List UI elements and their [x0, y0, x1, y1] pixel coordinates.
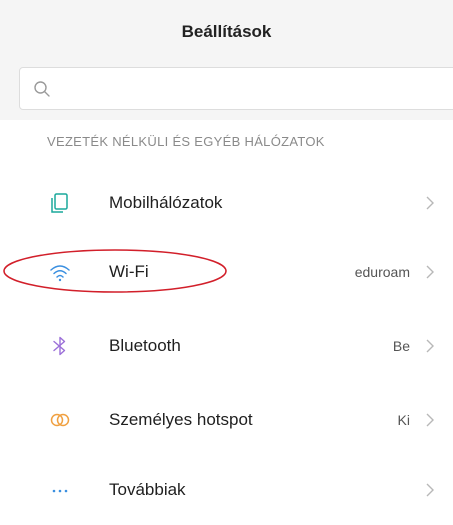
hotspot-icon [50, 413, 70, 427]
chevron-right-icon [426, 339, 434, 353]
search-icon [34, 81, 50, 97]
settings-row-label: Wi-Fi [109, 262, 149, 281]
settings-row-label: Mobilhálózatok [109, 193, 223, 212]
header: Beállítások [0, 0, 453, 120]
settings-row-hotspot[interactable]: Személyes hotspot Ki [0, 385, 453, 455]
chevron-right-icon [426, 413, 434, 427]
settings-row-more[interactable]: Továbbiak [0, 455, 453, 525]
chevron-right-icon [426, 483, 434, 497]
settings-row-wifi[interactable]: Wi-Fi eduroam [0, 237, 453, 307]
page-title: Beállítások [181, 22, 272, 41]
settings-row-value: Be [392, 338, 410, 354]
settings-row-bluetooth[interactable]: Bluetooth Be [0, 311, 453, 381]
chevron-right-icon [426, 265, 434, 279]
more-dots-icon [52, 489, 68, 493]
settings-row-label: Személyes hotspot [109, 410, 253, 429]
sim-cards-icon [51, 193, 68, 213]
section-header-wireless: VEZETÉK NÉLKÜLI ÉS EGYÉB HÁLÓZATOK [47, 134, 325, 149]
search-input[interactable] [60, 74, 444, 106]
chevron-right-icon [426, 196, 434, 210]
settings-row-label: Bluetooth [109, 336, 181, 355]
search-box[interactable] [19, 67, 453, 110]
wifi-icon [50, 265, 70, 282]
settings-row-mobile-networks[interactable]: Mobilhálózatok [0, 168, 453, 238]
bluetooth-icon [53, 336, 66, 356]
settings-row-value: eduroam [354, 264, 410, 280]
settings-row-label: Továbbiak [109, 480, 186, 499]
settings-row-value: Ki [397, 412, 410, 428]
